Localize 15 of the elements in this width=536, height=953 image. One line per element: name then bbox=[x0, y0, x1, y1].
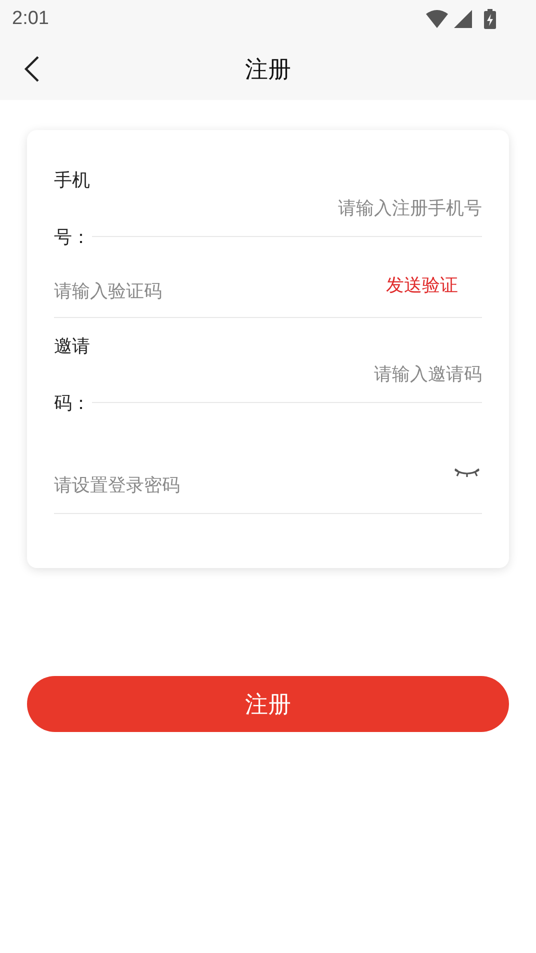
status-time: 2:01 bbox=[12, 6, 49, 31]
input-field[interactable]: 请设置登录密码 bbox=[54, 472, 454, 499]
input-field[interactable]: 请输入注册手机号 bbox=[92, 152, 482, 237]
register-button[interactable]: 注册 bbox=[27, 676, 509, 732]
page-title: 注册 bbox=[245, 54, 291, 84]
signal-icon bbox=[454, 10, 472, 28]
back-icon[interactable] bbox=[24, 56, 40, 82]
send-code-button[interactable]: 发送验证 bbox=[386, 272, 458, 299]
closed-eye-icon[interactable] bbox=[454, 468, 480, 478]
battery-icon bbox=[484, 9, 496, 29]
input-field[interactable]: 请输入邀请码 bbox=[92, 318, 482, 403]
wifi-icon bbox=[426, 10, 448, 28]
field-label: 手机号： bbox=[54, 169, 91, 249]
input-field[interactable]: 请输入验证码 bbox=[54, 278, 386, 305]
field-label: 邀请码： bbox=[54, 335, 91, 415]
